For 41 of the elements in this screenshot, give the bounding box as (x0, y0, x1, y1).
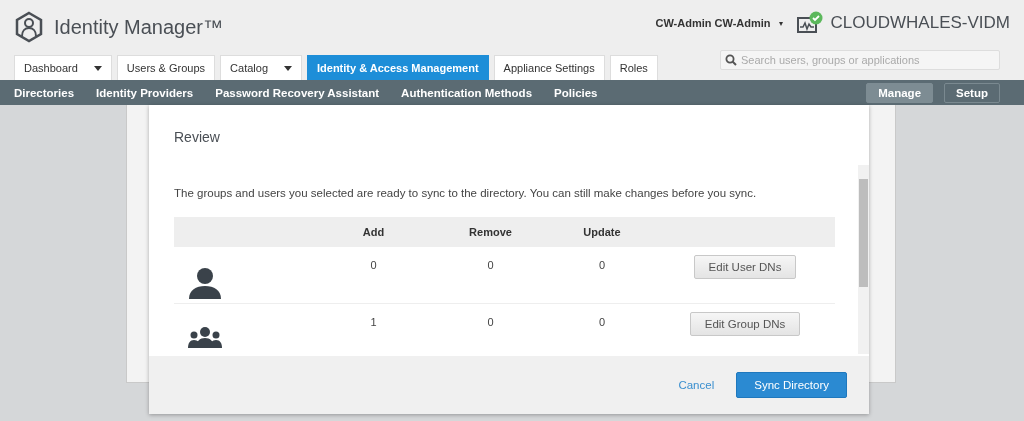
edit-button[interactable]: Edit Group DNs (689, 312, 801, 336)
caret-icon (284, 65, 292, 71)
user-menu[interactable]: CW-Admin CW-Admin (655, 17, 771, 29)
column-header: Remove (468, 226, 513, 238)
table-cell-text: 0 (486, 315, 495, 330)
monitor-check-icon (796, 11, 823, 35)
table-cell-text: 0 (597, 315, 607, 330)
caret-icon[interactable]: ▾ (778, 18, 783, 28)
column-header: Add (361, 226, 386, 238)
nav-tab[interactable]: Identity & Access Management (307, 55, 489, 80)
cancel-link[interactable]: Cancel (678, 379, 715, 391)
dialog-title: Review (173, 128, 221, 147)
logo-icon (14, 11, 44, 43)
subnav-link[interactable]: Password Recovery Assistant (215, 86, 380, 99)
group-icon (188, 326, 222, 348)
table-cell-text: 0 (369, 258, 378, 273)
mode-button[interactable]: Setup (944, 82, 1000, 103)
subnav-link[interactable]: Directories (14, 86, 75, 99)
subnav-link[interactable]: Authentication Methods (401, 86, 533, 99)
search-icon (725, 54, 737, 66)
user-icon (188, 267, 222, 299)
sync-directory-button[interactable]: Sync Directory (736, 372, 847, 398)
table-cell-text: 0 (597, 258, 607, 273)
table-cell-text: 0 (486, 258, 495, 273)
subnav-link[interactable]: Identity Providers (96, 86, 194, 99)
mode-button[interactable]: Manage (866, 82, 934, 103)
column-header: Update (582, 226, 622, 238)
subnav-link[interactable]: Policies (554, 86, 598, 99)
search-field[interactable]: Search users, groups or applications (720, 50, 1000, 70)
caret-icon (93, 65, 102, 71)
nav-tab[interactable]: Appliance Settings (493, 55, 605, 80)
review-message: The groups and users you selected are ready to sync to the directory. You can still make changes before you sync. (174, 187, 758, 199)
table-cell-text: 1 (369, 315, 378, 330)
edit-button[interactable]: Edit User DNs (693, 255, 797, 279)
scrollbar[interactable] (858, 165, 869, 354)
nav-tab[interactable]: Roles (609, 55, 658, 80)
nav-tab[interactable]: Dashboard (14, 55, 112, 80)
nav-tab[interactable]: Users & Groups (116, 55, 216, 80)
nav-tab[interactable]: Catalog (220, 55, 302, 80)
tenant-name: CLOUDWHALES-VIDM (830, 13, 1010, 33)
app-title: Identity Manager™ (54, 15, 223, 39)
